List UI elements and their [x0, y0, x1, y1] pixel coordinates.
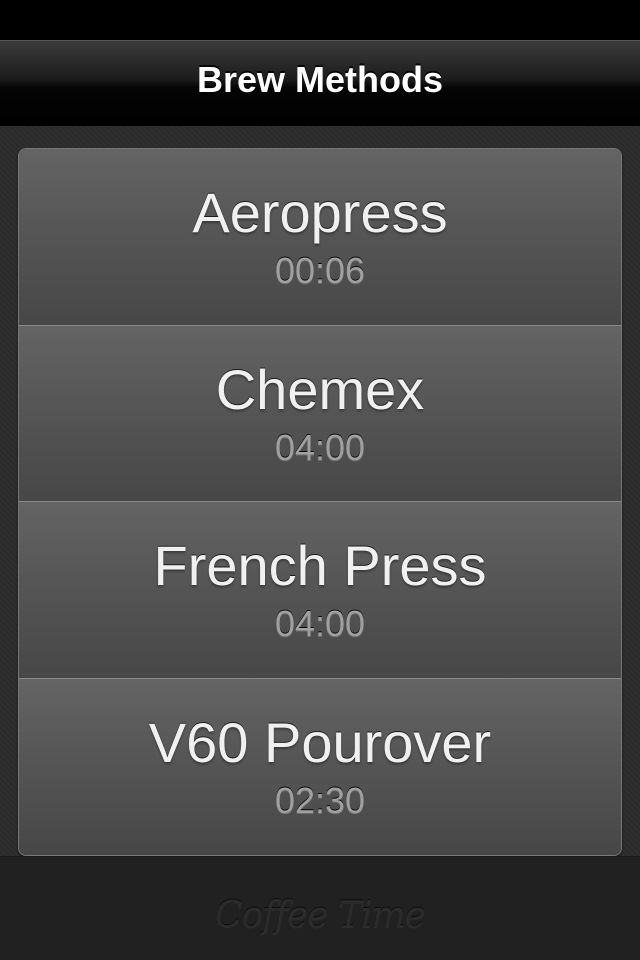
brew-method-time: 00:06	[274, 250, 366, 291]
brew-method-row-french-press[interactable]: French Press 04:00	[19, 502, 621, 679]
app-screen: Brew Methods Aeropress 00:06 Chemex 04:0…	[0, 0, 640, 960]
brew-method-row-aeropress[interactable]: Aeropress 00:06	[19, 149, 621, 326]
brew-method-name: Aeropress	[192, 181, 448, 244]
status-bar	[0, 0, 640, 40]
brew-method-name: V60 Pourover	[148, 710, 492, 774]
app-logo: Coffee Time	[215, 895, 426, 936]
brew-methods-list: Aeropress 00:06 Chemex 04:00 French Pres…	[18, 148, 622, 856]
brew-method-time: 04:00	[274, 603, 366, 644]
brew-method-row-v60-pourover[interactable]: V60 Pourover 02:30	[19, 678, 621, 855]
footer-bar: Coffee Time	[0, 856, 640, 960]
page-title: Brew Methods	[196, 59, 444, 100]
brew-method-time: 02:30	[274, 779, 366, 821]
brew-method-row-chemex[interactable]: Chemex 04:00	[19, 325, 621, 502]
brew-method-time: 04:00	[274, 426, 366, 468]
content-area: Aeropress 00:06 Chemex 04:00 French Pres…	[0, 126, 640, 856]
navigation-bar: Brew Methods	[0, 40, 640, 126]
brew-method-name: French Press	[153, 534, 487, 597]
brew-method-name: Chemex	[215, 357, 425, 421]
